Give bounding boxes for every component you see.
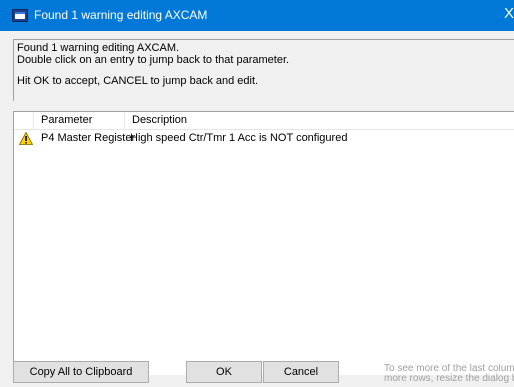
cancel-button[interactable]: Cancel (263, 361, 339, 383)
row-parameter: P4 Master Register (41, 132, 136, 144)
column-header-parameter[interactable]: Parameter (41, 114, 92, 126)
close-button[interactable]: X (504, 5, 514, 22)
window-title: Found 1 warning editing AXCAM (34, 8, 208, 22)
copy-all-to-clipboard-button[interactable]: Copy All to Clipboard (13, 361, 149, 383)
resize-hint: To see more of the last column more rows… (384, 364, 514, 387)
warnings-table[interactable]: Parameter Description P4 Master Register… (13, 111, 514, 375)
message-line-3: Hit OK to accept, CANCEL to jump back an… (17, 75, 259, 87)
message-line-2: Double click on an entry to jump back to… (17, 54, 290, 66)
ok-button[interactable]: OK (186, 361, 262, 383)
message-line-1: Found 1 warning editing AXCAM. (17, 42, 180, 54)
warning-icon (19, 132, 33, 145)
table-header: Parameter Description (14, 112, 514, 130)
column-header-description[interactable]: Description (132, 114, 187, 126)
message-panel: Found 1 warning editing AXCAM. Double cl… (13, 39, 514, 101)
table-row[interactable]: P4 Master Register High speed Ctr/Tmr 1 … (14, 130, 514, 148)
hint-line-2: more rows, resize the dialog b (384, 373, 514, 384)
app-window-icon (12, 9, 28, 22)
column-separator[interactable] (33, 112, 34, 129)
column-separator[interactable] (124, 112, 125, 129)
title-bar: Found 1 warning editing AXCAM X (0, 0, 514, 31)
row-description: High speed Ctr/Tmr 1 Acc is NOT configur… (130, 132, 348, 144)
